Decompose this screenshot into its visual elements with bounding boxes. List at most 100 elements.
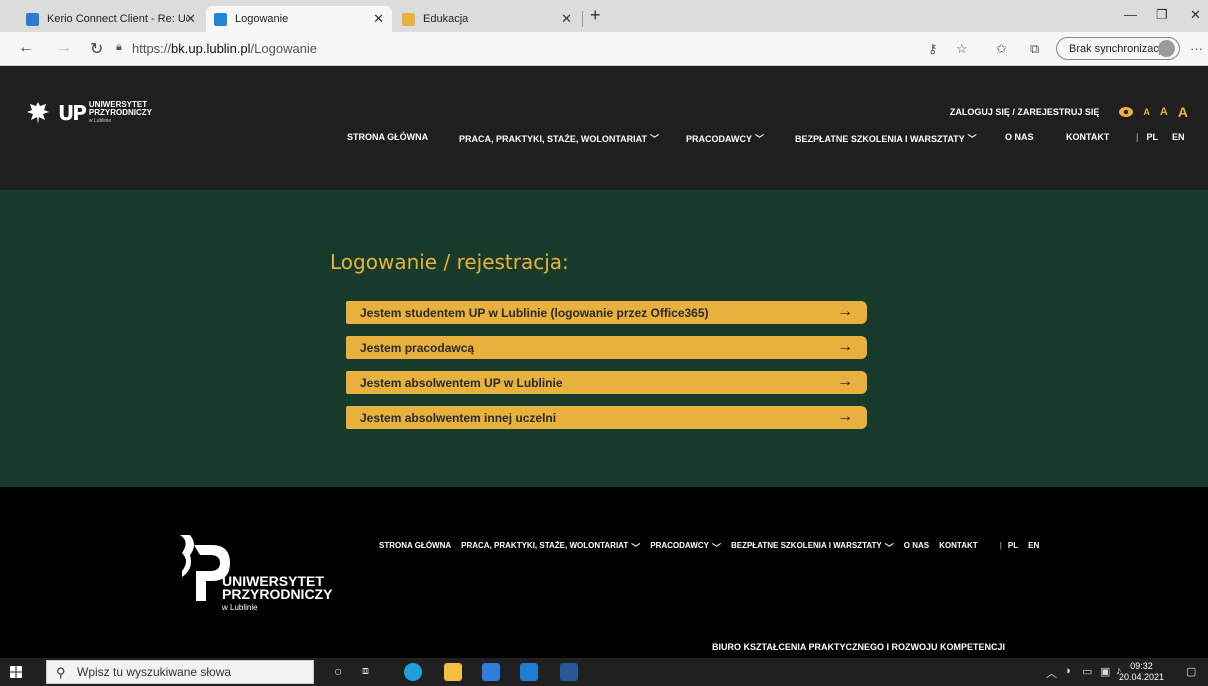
sync-button[interactable]: Brak synchronizacji <box>1056 37 1180 60</box>
lang-en[interactable]: EN <box>1172 132 1185 142</box>
footer-lang-en[interactable]: EN <box>1028 541 1039 554</box>
arrow-right-icon: → <box>837 303 853 320</box>
more-icon[interactable]: ··· <box>1190 41 1203 56</box>
close-icon[interactable]: ✕ <box>561 11 572 27</box>
search-placeholder: Wpisz tu wyszukiwane słowa <box>77 665 232 679</box>
logo-line3: w Lublinie <box>88 118 112 124</box>
edu-icon <box>402 12 415 26</box>
refresh-icon[interactable]: ↻ <box>90 39 103 59</box>
eagle-icon <box>27 102 49 124</box>
lang-divider: | <box>1136 132 1139 142</box>
page-icon <box>214 12 227 26</box>
network-icon[interactable]: ▣ <box>1100 665 1110 678</box>
footer-logo-text: UNIWERSYTET PRZYRODNICZY w Lublinie <box>222 574 332 614</box>
footer-nav: STRONA GŁÓWNA PRACA, PRAKTYKI, STAŻE, WO… <box>379 541 1039 554</box>
page-title: Logowanie / rejestracja: <box>330 250 569 274</box>
option-employer[interactable]: Jestem pracodawcą → <box>346 336 867 359</box>
mail-icon[interactable] <box>520 663 538 681</box>
footer-nav-jobs[interactable]: PRACA, PRAKTYKI, STAŻE, WOLONTARIAT <box>461 541 628 554</box>
login-register-link[interactable]: ZALOGUJ SIĘ / ZAREJESTRUJ SIĘ <box>950 107 1100 117</box>
logo-line2: PRZYRODNICZY <box>88 108 153 117</box>
key-icon[interactable]: ⚷ <box>928 41 938 57</box>
main-nav-about[interactable]: O NAS <box>1005 132 1034 142</box>
tab-logowanie[interactable]: Logowanie ✕ <box>206 6 392 32</box>
lock-icon: 🔒︎ <box>116 41 122 53</box>
url-path: /Logowanie <box>250 41 318 56</box>
new-tab-icon[interactable]: + <box>590 5 601 26</box>
close-icon[interactable]: ✕ <box>373 11 384 27</box>
url-domain: bk.up.lublin.pl <box>171 41 251 56</box>
site-header: UP UNIWERSYTET PRZYRODNICZY w Lublinie Z… <box>0 66 1208 190</box>
clock[interactable]: 09:32 20.04.2021 <box>1119 661 1164 683</box>
tab-divider <box>582 11 583 27</box>
word-icon[interactable] <box>560 663 578 681</box>
main-nav: STRONA GŁÓWNA <box>347 132 428 142</box>
footer-logo[interactable]: UNIWERSYTET PRZYRODNICZY w Lublinie <box>176 531 346 621</box>
site-logo[interactable]: UP UNIWERSYTET PRZYRODNICZY w Lublinie <box>26 100 152 126</box>
option-label: Jestem studentem UP w Lublinie (logowani… <box>360 305 709 320</box>
nav-trainings: BEZPŁATNE SZKOLENIA I WARSZTATY <box>795 133 965 144</box>
footer-nav-about[interactable]: O NAS <box>904 541 929 554</box>
taskbar-search-input[interactable]: ⚲ Wpisz tu wyszukiwane słowa <box>46 660 314 684</box>
option-up-graduate[interactable]: Jestem absolwentem UP w Lublinie → <box>346 371 867 394</box>
footer-nav-home[interactable]: STRONA GŁÓWNA <box>379 541 451 554</box>
task-view-icon[interactable]: ⧈ <box>362 665 369 678</box>
footer-nav-contact[interactable]: KONTAKT <box>939 541 978 554</box>
option-other-graduate[interactable]: Jestem absolwentem innej uczelni → <box>346 406 867 429</box>
nav-home[interactable]: STRONA GŁÓWNA <box>347 132 428 142</box>
avatar <box>1158 40 1175 57</box>
font-size-large[interactable]: A <box>1178 104 1188 120</box>
notification-icon[interactable]: ▢ <box>1186 665 1196 678</box>
font-size-medium[interactable]: A <box>1160 106 1168 118</box>
maximize-icon[interactable]: ❐ <box>1156 7 1168 23</box>
option-student[interactable]: Jestem studentem UP w Lublinie (logowani… <box>346 301 867 324</box>
main-nav-employers[interactable]: PRACODAWCY ﹀ <box>686 132 764 145</box>
windows-taskbar: ⚲ Wpisz tu wyszukiwane słowa ○ ⧈ ︿ ◑ ▭ ▣… <box>0 658 1208 686</box>
tray-app-icon[interactable]: ◑ <box>1064 665 1071 677</box>
close-window-icon[interactable]: ✕ <box>1190 7 1201 23</box>
option-label: Jestem absolwentem innej uczelni <box>360 410 557 425</box>
footer-nav-trainings[interactable]: BEZPŁATNE SZKOLENIA I WARSZTATY <box>731 541 882 554</box>
chevron-down-icon: ﹀ <box>755 134 765 144</box>
tab-kerio[interactable]: Kerio Connect Client - Re: Udział ✕ <box>18 6 204 32</box>
windows-start-icon[interactable] <box>10 666 22 678</box>
chevron-down-icon: ﹀ <box>967 134 977 144</box>
arrow-right-icon: → <box>837 408 853 425</box>
browser-tab-strip: Kerio Connect Client - Re: Udział ✕ Logo… <box>0 0 1208 32</box>
tab-title: Kerio Connect Client - Re: Udział <box>47 13 187 25</box>
forward-icon[interactable]: → <box>56 39 72 57</box>
tray-chevron-up-icon[interactable]: ︿ <box>1046 665 1057 681</box>
edge-icon[interactable] <box>404 663 422 681</box>
kerio-icon <box>26 12 39 26</box>
footer-lang-pl[interactable]: PL <box>1008 541 1018 554</box>
tab-edukacja[interactable]: Edukacja ✕ <box>394 6 580 32</box>
battery-icon[interactable]: ▭ <box>1082 665 1092 678</box>
favorite-star-icon[interactable]: ☆ <box>956 41 968 57</box>
login-section: Logowanie / rejestracja: Jestem studente… <box>0 190 1208 487</box>
sync-label: Brak synchronizacji <box>1069 42 1164 55</box>
office-name: BIURO KSZTAŁCENIA PRAKTYCZNEGO I ROZWOJU… <box>712 642 1006 652</box>
collections-icon[interactable]: ⧉ <box>1030 41 1039 57</box>
footer-nav-employers[interactable]: PRACODAWCY <box>650 541 709 554</box>
close-icon[interactable]: ✕ <box>185 11 196 27</box>
tab-title: Logowanie <box>235 13 289 25</box>
favorites-icon[interactable]: ✩ <box>996 41 1007 57</box>
font-size-small[interactable]: A <box>1143 107 1150 117</box>
explorer-icon[interactable] <box>444 663 462 681</box>
main-nav-trainings[interactable]: BEZPŁATNE SZKOLENIA I WARSZTATY ﹀ <box>795 132 977 145</box>
back-icon[interactable]: ← <box>18 39 34 57</box>
cortana-icon[interactable]: ○ <box>334 663 342 679</box>
main-nav-jobs[interactable]: PRACA, PRAKTYKI, STAŻE, WOLONTARIAT ﹀ <box>459 132 659 145</box>
store-icon[interactable] <box>482 663 500 681</box>
url-prefix: https:// <box>132 41 172 56</box>
lang-pl[interactable]: PL <box>1147 132 1159 142</box>
url-field[interactable]: https://bk.up.lublin.pl/Logowanie <box>132 41 317 56</box>
contrast-eye-icon[interactable] <box>1119 107 1134 117</box>
main-nav-contact[interactable]: KONTAKT <box>1066 132 1109 142</box>
minimize-icon[interactable]: — <box>1124 7 1137 22</box>
chevron-down-icon: ﹀ <box>631 543 641 553</box>
nav-about: O NAS <box>1005 132 1034 142</box>
arrow-right-icon: → <box>837 338 853 355</box>
chevron-down-icon: ﹀ <box>884 543 894 553</box>
lang-switch: | PL EN <box>1136 132 1185 142</box>
